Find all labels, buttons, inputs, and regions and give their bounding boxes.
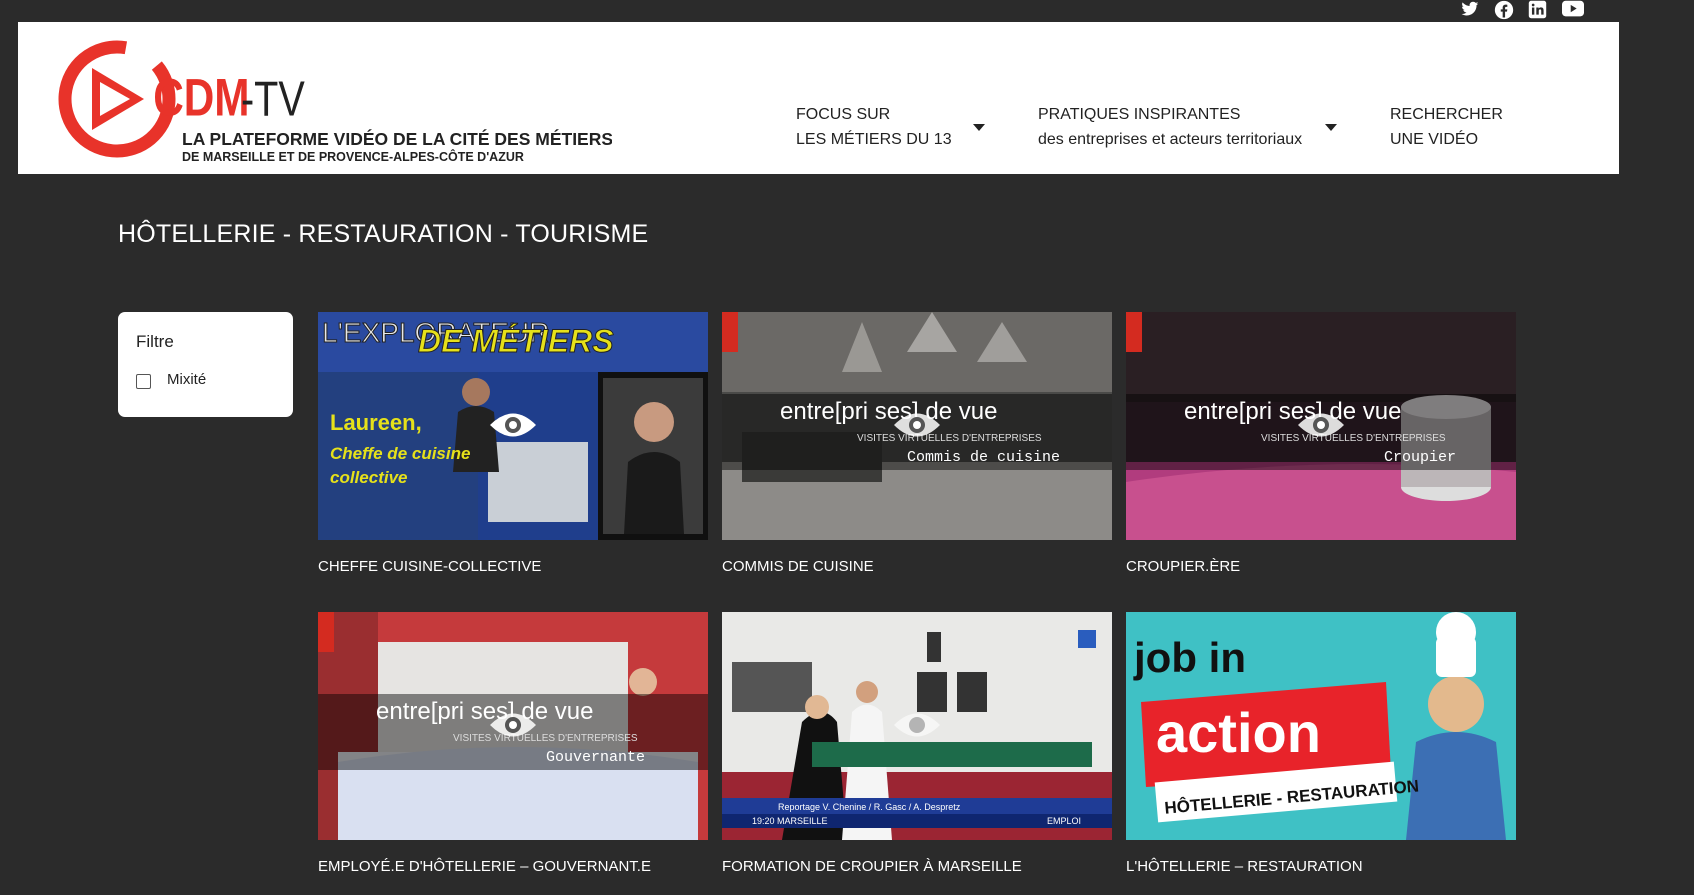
cdm-tv-logo[interactable]: CDM -TV LA PLATEFORME VIDÉO DE LA CITÉ D… [52, 34, 613, 169]
svg-text:DE MARSEILLE ET DE PROVENCE-AL: DE MARSEILLE ET DE PROVENCE-ALPES-CÔTE D… [182, 149, 524, 164]
video-title[interactable]: L'HÔTELLERIE – RESTAURATION [1126, 858, 1526, 875]
mixite-checkbox[interactable] [136, 374, 151, 389]
video-thumbnail[interactable]: L'EXPLORATEUR DE MÉTIERS Laureen, Cheffe… [318, 312, 708, 540]
twitter-icon[interactable] [1460, 0, 1480, 20]
svg-text:Laureen,: Laureen, [330, 410, 422, 435]
svg-text:Croupier: Croupier [1384, 449, 1456, 466]
svg-text:Cheffe de cuisine: Cheffe de cuisine [330, 444, 470, 463]
video-title[interactable]: CROUPIER.ÈRE [1126, 558, 1526, 575]
svg-text:Commis de cuisine: Commis de cuisine [907, 449, 1060, 466]
video-thumbnail[interactable]: entre[pri ses] de vue VISITES VIRTUELLES… [1126, 312, 1516, 540]
eye-icon [894, 713, 940, 737]
filter-panel: Filtre Mixité [118, 312, 293, 417]
svg-text:19:20 MARSEILLE: 19:20 MARSEILLE [752, 816, 828, 826]
top-bar [0, 0, 1694, 22]
svg-text:-TV: -TV [241, 73, 305, 127]
eye-icon [490, 713, 536, 737]
nav-pratiques-line2: des entreprises et acteurs territoriaux [1038, 131, 1303, 148]
video-title[interactable]: CHEFFE CUISINE-COLLECTIVE [318, 558, 718, 575]
video-thumbnail[interactable]: entre[pri ses] de vue VISITES VIRTUELLES… [722, 312, 1112, 540]
social-links [1460, 0, 1584, 20]
nav-rechercher-video[interactable]: RECHERCHER UNE VIDÉO [1390, 102, 1503, 152]
eye-icon [1298, 413, 1344, 437]
site-header: CDM -TV LA PLATEFORME VIDÉO DE LA CITÉ D… [18, 22, 1619, 174]
svg-text:action: action [1156, 701, 1321, 764]
nav-focus-line2: LES MÉTIERS DU 13 [796, 131, 952, 148]
nav-focus-line1: FOCUS SUR [796, 106, 891, 123]
nav-pratiques-line1: PRATIQUES INSPIRANTES [1038, 106, 1241, 123]
video-thumbnail[interactable]: entre[pri ses] de vue VISITES VIRTUELLES… [318, 612, 708, 840]
video-title[interactable]: FORMATION DE CROUPIER À MARSEILLE [722, 858, 1122, 875]
svg-text:entre[pri ses] de vue: entre[pri ses] de vue [1184, 398, 1401, 425]
video-title[interactable]: EMPLOYÉ.E D'HÔTELLERIE – GOUVERNANT.E [318, 858, 718, 875]
nav-focus-metiers[interactable]: FOCUS SUR LES MÉTIERS DU 13 [796, 102, 952, 152]
linkedin-icon[interactable] [1528, 0, 1548, 20]
video-thumbnail[interactable]: job in action HÔTELLERIE - RESTAURATION [1126, 612, 1516, 840]
svg-text:entre[pri ses] de vue: entre[pri ses] de vue [780, 398, 997, 425]
svg-text:Reportage V. Chenine / R. Gasc: Reportage V. Chenine / R. Gasc / A. Desp… [778, 802, 961, 812]
chevron-down-icon[interactable] [1325, 124, 1337, 131]
svg-text:EMPLOI: EMPLOI [1047, 816, 1081, 826]
svg-text:CDM: CDM [153, 69, 249, 128]
svg-text:LA PLATEFORME VIDÉO DE LA CITÉ: LA PLATEFORME VIDÉO DE LA CITÉ DES MÉTIE… [182, 128, 612, 149]
nav-pratiques-inspirantes[interactable]: PRATIQUES INSPIRANTES des entreprises et… [1038, 102, 1302, 152]
filter-title: Filtre [136, 332, 174, 351]
mixite-label[interactable]: Mixité [167, 371, 206, 388]
svg-text:VISITES VIRTUELLES D'ENTREPRIS: VISITES VIRTUELLES D'ENTREPRISES [857, 433, 1042, 444]
svg-text:job in: job in [1133, 634, 1246, 681]
svg-text:DE MÉTIERS: DE MÉTIERS [418, 323, 614, 359]
svg-text:collective: collective [330, 468, 408, 487]
eye-icon [894, 413, 940, 437]
nav-recherche-line1: RECHERCHER [1390, 106, 1503, 123]
video-thumbnail[interactable]: Reportage V. Chenine / R. Gasc / A. Desp… [722, 612, 1112, 840]
nav-recherche-line2: UNE VIDÉO [1390, 131, 1479, 148]
chevron-down-icon[interactable] [973, 124, 985, 131]
svg-text:Gouvernante: Gouvernante [546, 749, 645, 766]
svg-text:VISITES VIRTUELLES D'ENTREPRIS: VISITES VIRTUELLES D'ENTREPRISES [1261, 433, 1446, 444]
eye-icon [490, 413, 536, 437]
youtube-icon[interactable] [1562, 0, 1584, 20]
page-title: HÔTELLERIE - RESTAURATION - TOURISME [118, 220, 649, 248]
video-title[interactable]: COMMIS DE CUISINE [722, 558, 1122, 575]
svg-text:entre[pri ses] de vue: entre[pri ses] de vue [376, 698, 593, 725]
facebook-icon[interactable] [1494, 0, 1514, 20]
svg-text:VISITES VIRTUELLES D'ENTREPRIS: VISITES VIRTUELLES D'ENTREPRISES [453, 733, 638, 744]
